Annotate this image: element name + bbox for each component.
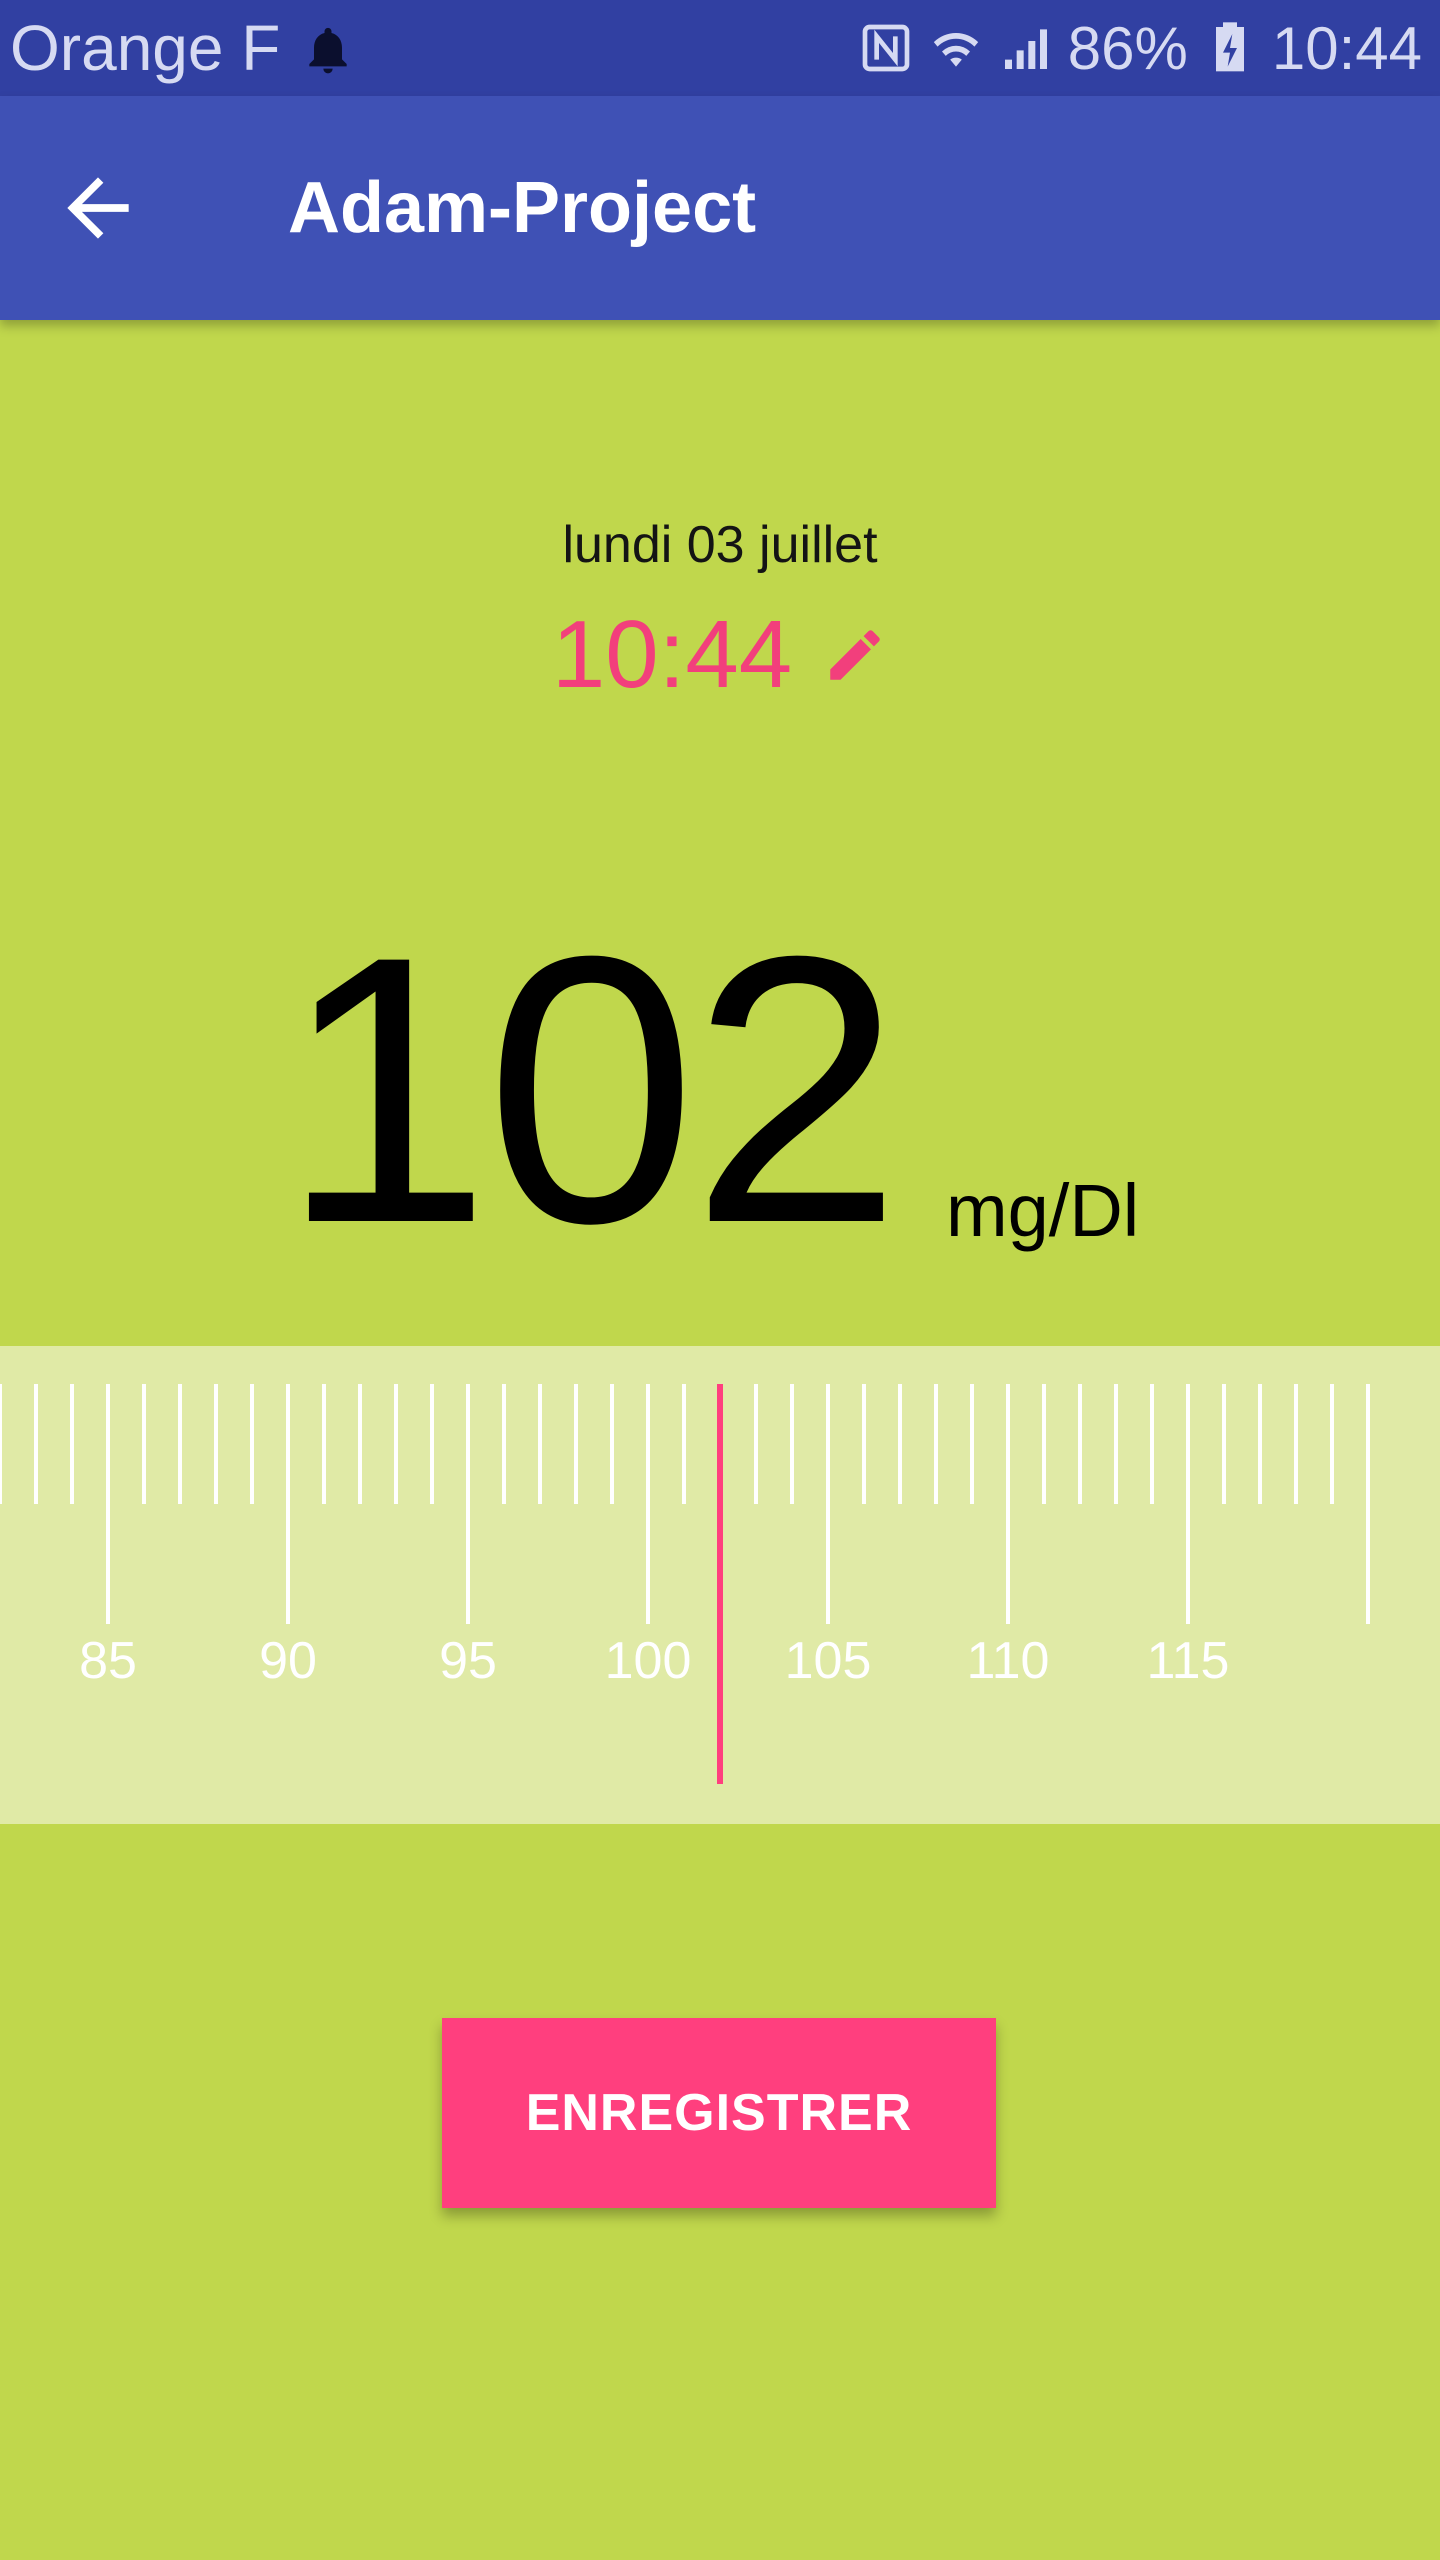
wifi-icon <box>933 33 978 67</box>
battery-icon <box>1215 22 1244 72</box>
ruler-tick-label: 95 <box>439 1632 497 1690</box>
clock: 10:44 <box>1271 14 1422 82</box>
entry-time-row[interactable]: 10:44 <box>0 600 1440 710</box>
ruler-tick-label: 100 <box>605 1632 692 1690</box>
entry-time[interactable]: 10:44 <box>552 600 792 710</box>
ruler-tick-label: 115 <box>1147 1632 1230 1690</box>
arrow-left-icon[interactable] <box>52 162 144 254</box>
glucose-value: 102 <box>280 877 902 1302</box>
bell-icon <box>309 27 347 74</box>
ruler-scale[interactable]: 85 90 95 100 105 110 115 <box>0 1346 1440 1824</box>
signal-icon <box>1004 29 1047 69</box>
page-title: Adam-Project <box>288 168 757 248</box>
save-button[interactable]: ENREGISTRER <box>442 2018 996 2208</box>
battery-percent: 86% <box>1067 14 1188 82</box>
status-bar: Orange F 86% 10:44 <box>0 0 1440 96</box>
nfc-icon <box>862 24 910 72</box>
status-right: 86% 10:44 <box>858 12 1422 84</box>
ruler-tick-label: 90 <box>259 1632 317 1690</box>
ruler-tick-label: 105 <box>785 1632 872 1690</box>
ruler-tick-label: 85 <box>79 1632 137 1690</box>
ruler-tick-label: 110 <box>967 1632 1050 1690</box>
entry-date: lundi 03 juillet <box>562 516 878 574</box>
pencil-icon[interactable] <box>822 622 888 688</box>
app-bar: Adam-Project <box>0 96 1440 320</box>
value-ruler[interactable]: 85 90 95 100 105 110 115 <box>0 1346 1440 1824</box>
carrier-name: Orange F <box>10 12 281 84</box>
glucose-unit: mg/Dl <box>946 1169 1140 1252</box>
